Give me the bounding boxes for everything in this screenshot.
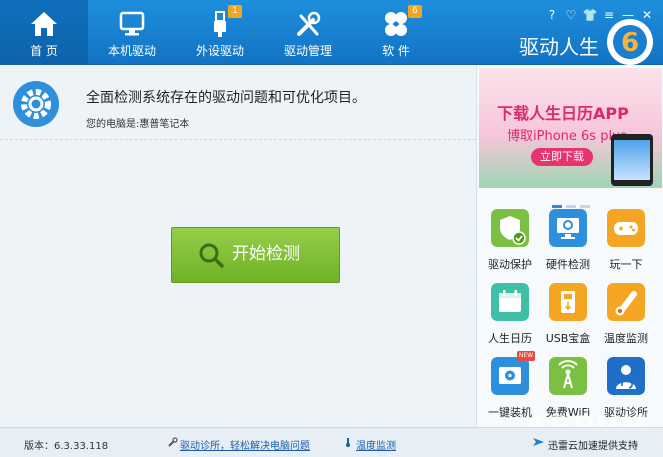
xunlei-support-text: 迅雷云加速提供支持	[548, 441, 638, 452]
top-navigation-bar: 首 页 本机驱动 1 外设驱动 驱动管理 6 软 件 ? ♡ 👕 ≡ — ✕ 驱…	[0, 0, 663, 65]
home-icon	[31, 12, 57, 36]
status-bar: 版本：6.3.33.118 驱动诊所，轻松解决电脑问题 温度监测 迅雷云加速提供…	[0, 427, 663, 457]
monitor-icon	[119, 11, 145, 36]
driver-clinic-link[interactable]: 驱动诊所，轻松解决电脑问题	[180, 437, 310, 452]
peripheral-badge: 1	[228, 5, 242, 18]
tool-label: 玩一下	[609, 258, 643, 271]
tab-home[interactable]: 首 页	[0, 0, 88, 64]
temperature-link[interactable]: 温度监测	[356, 437, 396, 452]
promo-banner[interactable]: 下载人生日历APP 博取iPhone 6s plus 立即下载	[479, 68, 662, 188]
gear-icon	[13, 81, 59, 127]
tab-software[interactable]: 6 软 件	[352, 0, 440, 64]
doctor-icon	[607, 357, 645, 395]
thermometer-icon	[607, 283, 645, 321]
start-scan-label: 开始检测	[232, 244, 300, 264]
pager-dot[interactable]	[565, 205, 576, 208]
brand-name: 驱动人生	[519, 35, 599, 59]
tab-peripheral-drivers[interactable]: 1 外设驱动	[176, 0, 264, 64]
tool-label: 人生日历	[488, 332, 532, 345]
brand-logo-number: 6	[621, 28, 639, 58]
tab-driver-management-label: 驱动管理	[283, 44, 332, 58]
apps-icon	[385, 12, 407, 36]
pager-dot[interactable]	[551, 205, 562, 208]
tool-life-calendar[interactable]: 人生日历	[481, 283, 539, 349]
search-icon	[199, 243, 224, 268]
tool-driver-protect[interactable]: 驱动保护	[481, 209, 539, 275]
tab-peripheral-drivers-label: 外设驱动	[195, 44, 244, 58]
scan-header: 全面检测系统存在的驱动问题和可优化项目。 您的电脑是:惠普笔记本	[0, 65, 476, 140]
scan-headline: 全面检测系统存在的驱动问题和可优化项目。	[86, 90, 366, 106]
wrench-icon	[168, 437, 178, 447]
gamepad-icon	[607, 209, 645, 247]
help-button[interactable]: ?	[544, 7, 560, 23]
banner-title: 下载人生日历APP	[497, 104, 629, 123]
tab-local-drivers[interactable]: 本机驱动	[88, 0, 176, 64]
device-info: 您的电脑是:惠普笔记本	[86, 119, 190, 130]
tab-home-label: 首 页	[30, 44, 58, 58]
tool-label: 温度监测	[604, 332, 648, 345]
shield-check-icon	[491, 209, 529, 247]
tool-label: USB宝盒	[545, 332, 591, 345]
monitor-scan-icon	[549, 209, 587, 247]
xunlei-bird-icon	[533, 438, 544, 446]
wifi-tower-icon	[549, 357, 587, 395]
tool-label: 驱动保护	[488, 258, 532, 271]
skin-button[interactable]: 👕	[582, 7, 598, 23]
disc-install-icon	[491, 357, 529, 395]
tool-play-game[interactable]: 玩一下	[597, 209, 655, 275]
calendar-icon	[491, 283, 529, 321]
tab-software-label: 软 件	[382, 44, 410, 58]
tab-driver-management[interactable]: 驱动管理	[264, 0, 352, 64]
pager-dot[interactable]	[579, 205, 590, 208]
banner-pager	[477, 193, 663, 208]
tool-temperature[interactable]: 温度监测	[597, 283, 655, 349]
tool-hardware-check[interactable]: 硬件检测	[539, 209, 597, 275]
main-panel: 全面检测系统存在的驱动问题和可优化项目。 您的电脑是:惠普笔记本 开始检测	[0, 65, 476, 427]
tool-usb-box[interactable]: USB宝盒	[539, 283, 597, 349]
start-scan-button[interactable]: 开始检测	[171, 227, 340, 283]
usb-box-icon	[549, 283, 587, 321]
phone-image	[611, 134, 653, 186]
banner-subtitle: 博取iPhone 6s plus	[507, 129, 628, 144]
temperature-icon	[346, 438, 350, 447]
favorite-button[interactable]: ♡	[563, 7, 579, 23]
software-badge: 6	[408, 5, 422, 18]
sidebar: 下载人生日历APP 博取iPhone 6s plus 立即下载 驱动保护 硬件检…	[476, 65, 663, 427]
tools-icon	[297, 11, 321, 36]
new-badge: NEW	[517, 351, 535, 361]
banner-download-button[interactable]: 立即下载	[531, 148, 593, 166]
tool-label: 硬件检测	[546, 258, 590, 271]
version-text: 版本：6.3.33.118	[24, 441, 109, 452]
brand-logo-icon: 6	[607, 19, 653, 65]
tab-local-drivers-label: 本机驱动	[107, 44, 156, 58]
